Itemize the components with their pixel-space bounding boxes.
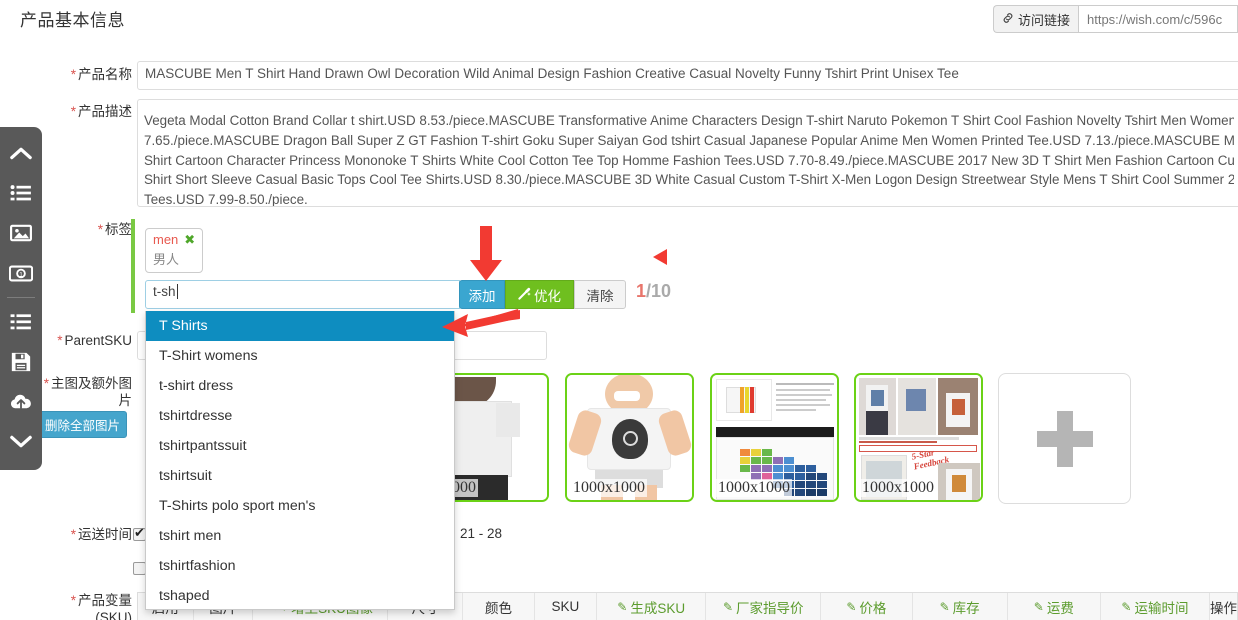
optimize-tag-label: 优化 bbox=[534, 288, 561, 304]
tag-count-max: 10 bbox=[651, 281, 672, 301]
tag-suggestion-item[interactable]: T-Shirt womens bbox=[146, 341, 454, 371]
pencil-icon: ✎ bbox=[1033, 599, 1044, 614]
tags-label: * 标签 bbox=[97, 222, 132, 237]
svg-text:1: 1 bbox=[19, 271, 23, 278]
variant-col-color[interactable]: 颜色 bbox=[463, 592, 535, 620]
image-thumbnail[interactable]: 1000x1000 bbox=[710, 373, 839, 502]
visit-link-group: 访问链接 https://wish.com/c/596c bbox=[992, 5, 1238, 33]
image-size-label: 1000x1000 bbox=[716, 479, 792, 497]
variants-label-line2: (SKU) bbox=[95, 610, 132, 620]
required-mark: * bbox=[97, 222, 103, 237]
desc-line-clipped bbox=[144, 100, 1234, 111]
tag-suggestion-item[interactable]: tshirt men bbox=[146, 521, 454, 551]
variant-col-stock[interactable]: ✎ 库存 bbox=[913, 592, 1008, 620]
desc-line: Shirt Short Sleeve Casual Basic Tops Coo… bbox=[144, 172, 1234, 188]
variants-label: * 产品变量 (SKU) bbox=[40, 592, 132, 620]
tag-suggestion-item[interactable]: tshirtpantssuit bbox=[146, 431, 454, 461]
required-mark: * bbox=[70, 104, 76, 119]
tag-search-input[interactable]: t-sh bbox=[145, 280, 460, 309]
product-desc-textarea[interactable]: Vegeta Modal Cotton Brand Collar t shirt… bbox=[137, 99, 1238, 207]
plus-icon bbox=[1036, 410, 1093, 467]
product-desc-label: * 产品描述 bbox=[70, 104, 132, 119]
desc-line: Shirt Cartoon Character Princess Mononok… bbox=[144, 152, 1234, 168]
pencil-icon: ✎ bbox=[846, 599, 857, 614]
chevron-up-icon[interactable] bbox=[0, 133, 42, 173]
visit-link-label: 访问链接 bbox=[1017, 12, 1070, 28]
chevron-down-icon[interactable] bbox=[0, 422, 42, 462]
product-name-input[interactable]: MASCUBE Men T Shirt Hand Drawn Owl Decor… bbox=[137, 61, 1238, 90]
tag-chip-men[interactable]: men ✖ 男人 bbox=[145, 228, 204, 273]
product-basic-info-page: 产品基本信息 访问链接 https://wish.com/c/596c 1 * … bbox=[0, 0, 1238, 620]
required-mark: * bbox=[70, 527, 76, 542]
save-floppy-icon[interactable] bbox=[0, 342, 42, 382]
shipping-time-value: 21 - 28 bbox=[460, 526, 503, 541]
page-title: 产品基本信息 bbox=[20, 11, 125, 30]
variant-col-msrp[interactable]: ✎ 厂家指导价 bbox=[706, 592, 822, 620]
variant-col-shipping-time[interactable]: ✎ 运输时间 bbox=[1101, 592, 1210, 620]
tag-counter: 1/10 bbox=[636, 281, 671, 302]
variant-col-generate-sku[interactable]: ✎ 生成SKU bbox=[597, 592, 707, 620]
variant-col-actions[interactable]: 操作 bbox=[1210, 593, 1237, 620]
pencil-icon: ✎ bbox=[617, 599, 628, 614]
pencil-icon: ✎ bbox=[722, 599, 734, 614]
tag-suggestion-item[interactable]: T-Shirts polo sport men's bbox=[146, 491, 454, 521]
cloud-upload-icon[interactable] bbox=[0, 382, 42, 422]
tag-suggestions-dropdown[interactable]: T Shirts T-Shirt womens t-shirt dress ts… bbox=[145, 311, 455, 610]
add-image-button[interactable] bbox=[998, 373, 1131, 504]
toolbar-divider bbox=[7, 297, 35, 298]
tag-suggestion-item[interactable]: tshirtdresse bbox=[146, 401, 454, 431]
image-thumbnail[interactable]: 5-Star Feedback 1000x1000 bbox=[854, 373, 983, 502]
pencil-icon: ✎ bbox=[939, 599, 950, 614]
left-toolbar: 1 bbox=[0, 127, 42, 470]
variant-col-shipping-fee[interactable]: ✎ 运费 bbox=[1008, 592, 1101, 620]
image-thumbnail[interactable]: 1000x1000 bbox=[565, 373, 694, 502]
required-mark: * bbox=[70, 67, 76, 82]
visit-link-button[interactable]: 访问链接 bbox=[992, 5, 1078, 33]
list-icon[interactable] bbox=[0, 302, 42, 342]
tag-suggestion-item[interactable]: T Shirts bbox=[146, 311, 454, 341]
image-icon[interactable] bbox=[0, 213, 42, 253]
optimize-tag-button[interactable]: 优化 bbox=[505, 280, 574, 309]
image-size-label: 1000x1000 bbox=[571, 479, 647, 497]
close-icon[interactable]: ✖ bbox=[184, 232, 195, 247]
tag-suggestion-item[interactable]: t-shirt dress bbox=[146, 371, 454, 401]
product-url-field[interactable]: https://wish.com/c/596c bbox=[1078, 5, 1238, 33]
required-mark: * bbox=[57, 333, 63, 348]
add-tag-button[interactable]: 添加 bbox=[459, 280, 505, 309]
tag-chip-cn: 男人 bbox=[153, 252, 180, 267]
variant-col-price[interactable]: ✎ 价格 bbox=[821, 592, 913, 620]
parent-sku-label: * ParentSKU bbox=[57, 333, 132, 348]
required-mark: * bbox=[43, 376, 49, 391]
desc-line: 7.65./piece.MASCUBE Dragon Ball Super Z … bbox=[144, 132, 1234, 148]
shipping-time-label: * 运送时间 bbox=[70, 527, 132, 542]
desc-line: Tees.USD 7.99-8.50./piece. bbox=[144, 192, 308, 207]
pencil-icon: ✎ bbox=[1121, 599, 1132, 614]
variant-col-sku[interactable]: SKU bbox=[535, 592, 598, 620]
clear-tags-button[interactable]: 清除 bbox=[574, 280, 626, 309]
tag-chip-en: men bbox=[153, 232, 179, 247]
product-name-label: * 产品名称 bbox=[70, 67, 132, 82]
required-mark: * bbox=[70, 593, 76, 608]
tag-suggestion-item[interactable]: tshaped bbox=[146, 581, 454, 609]
tag-suggestion-item[interactable]: tshirtfashion bbox=[146, 551, 454, 581]
tag-suggestion-item[interactable]: tshirtsuit bbox=[146, 461, 454, 491]
image-size-label: 1000x1000 bbox=[860, 479, 936, 497]
tag-count-current: 1 bbox=[636, 281, 647, 301]
money-icon[interactable]: 1 bbox=[0, 253, 42, 293]
link-icon bbox=[1002, 12, 1014, 27]
magic-wand-icon bbox=[518, 287, 531, 303]
delete-all-images-button[interactable]: 删除全部图片 bbox=[38, 411, 128, 438]
desc-line: Vegeta Modal Cotton Brand Collar t shirt… bbox=[144, 113, 1234, 128]
task-list-icon[interactable] bbox=[0, 173, 42, 213]
